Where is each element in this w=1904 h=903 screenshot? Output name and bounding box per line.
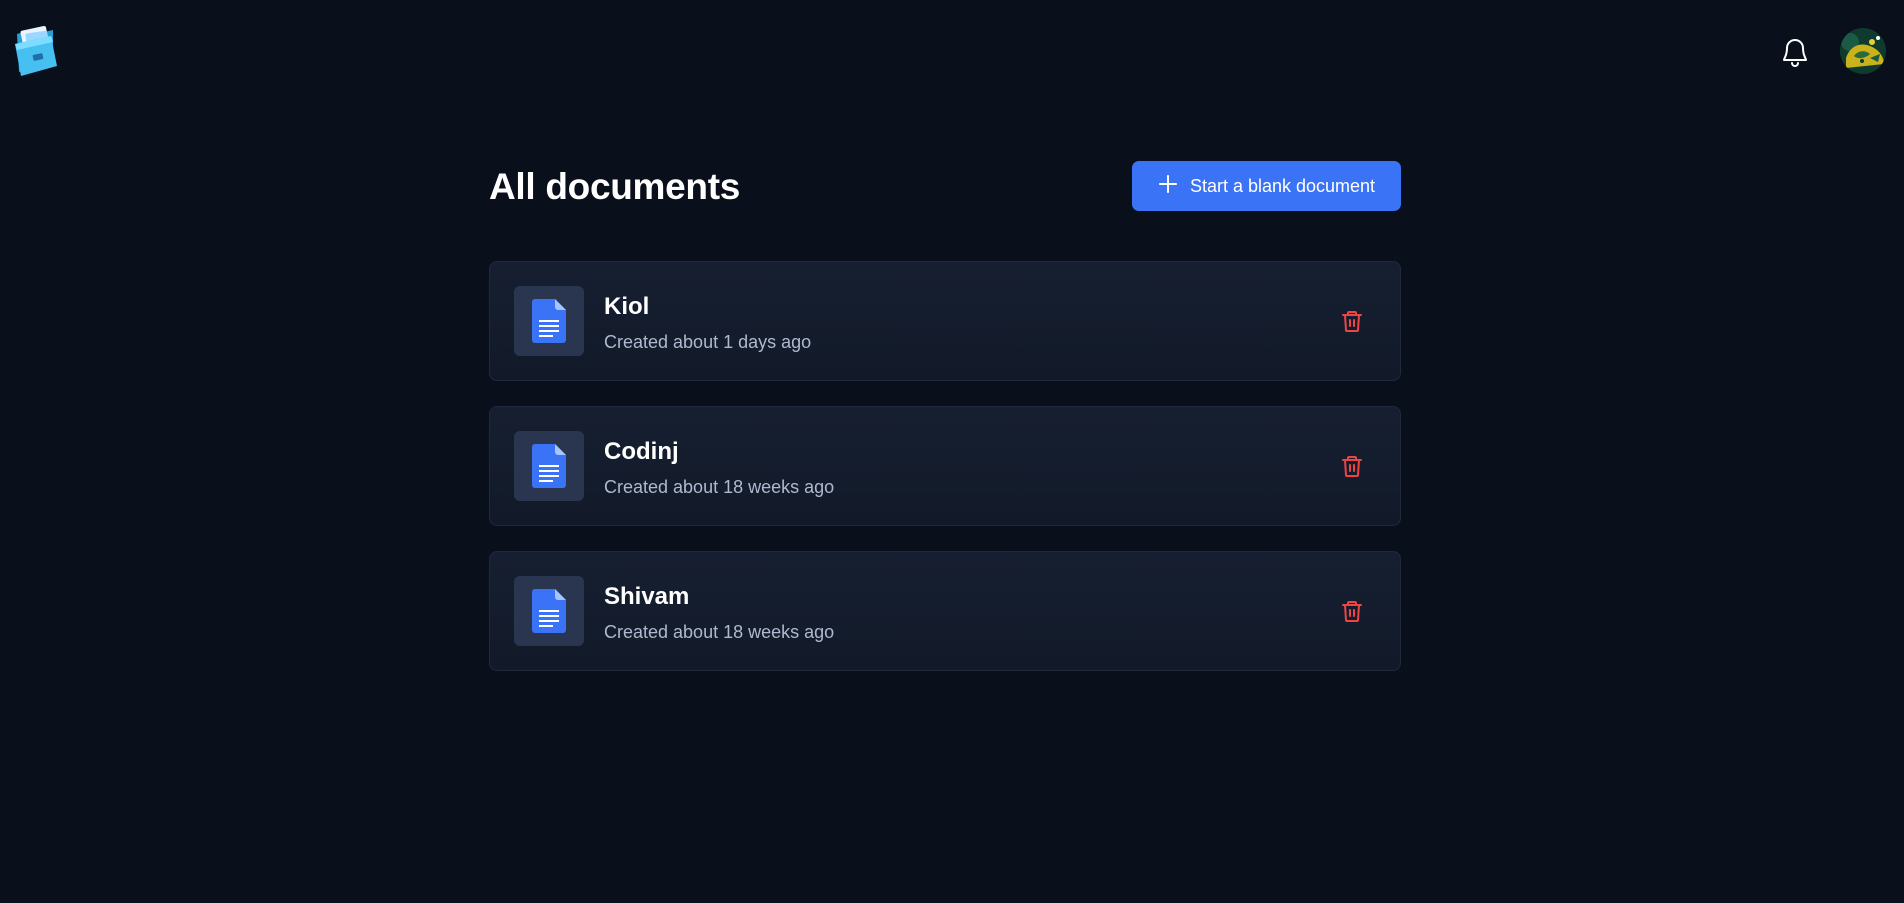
delete-document-button[interactable] xyxy=(1340,599,1364,623)
folder-logo-icon[interactable] xyxy=(13,24,61,78)
top-bar xyxy=(0,0,1904,100)
user-avatar[interactable] xyxy=(1840,28,1886,74)
delete-document-button[interactable] xyxy=(1340,309,1364,333)
document-icon xyxy=(514,431,584,501)
document-card[interactable]: Kiol Created about 1 days ago xyxy=(489,261,1401,381)
delete-document-button[interactable] xyxy=(1340,454,1364,478)
document-list: Kiol Created about 1 days ago Codinj Cre… xyxy=(489,261,1401,696)
start-blank-document-label: Start a blank document xyxy=(1189,175,1376,196)
document-card[interactable]: Shivam Created about 18 weeks ago xyxy=(489,551,1401,671)
documents-section: All documents Start a blank document Kio… xyxy=(489,160,1401,671)
plus-icon xyxy=(1158,174,1178,199)
document-title: Kiol xyxy=(604,293,650,320)
trash-icon xyxy=(1342,311,1362,332)
page-title: All documents xyxy=(489,166,741,207)
document-created-date: Created about 18 weeks ago xyxy=(604,622,835,642)
trash-icon xyxy=(1342,456,1362,477)
document-card[interactable]: Codinj Created about 18 weeks ago xyxy=(489,406,1401,526)
start-blank-document-button[interactable]: Start a blank document xyxy=(1132,161,1401,211)
document-created-date: Created about 1 days ago xyxy=(604,332,812,352)
documents-header: All documents Start a blank document xyxy=(489,160,1401,212)
document-icon xyxy=(514,576,584,646)
bell-icon[interactable] xyxy=(1780,35,1810,67)
trash-icon xyxy=(1342,601,1362,622)
document-icon xyxy=(514,286,584,356)
document-created-date: Created about 18 weeks ago xyxy=(604,477,835,497)
document-title: Shivam xyxy=(604,583,690,610)
document-title: Codinj xyxy=(604,438,679,465)
